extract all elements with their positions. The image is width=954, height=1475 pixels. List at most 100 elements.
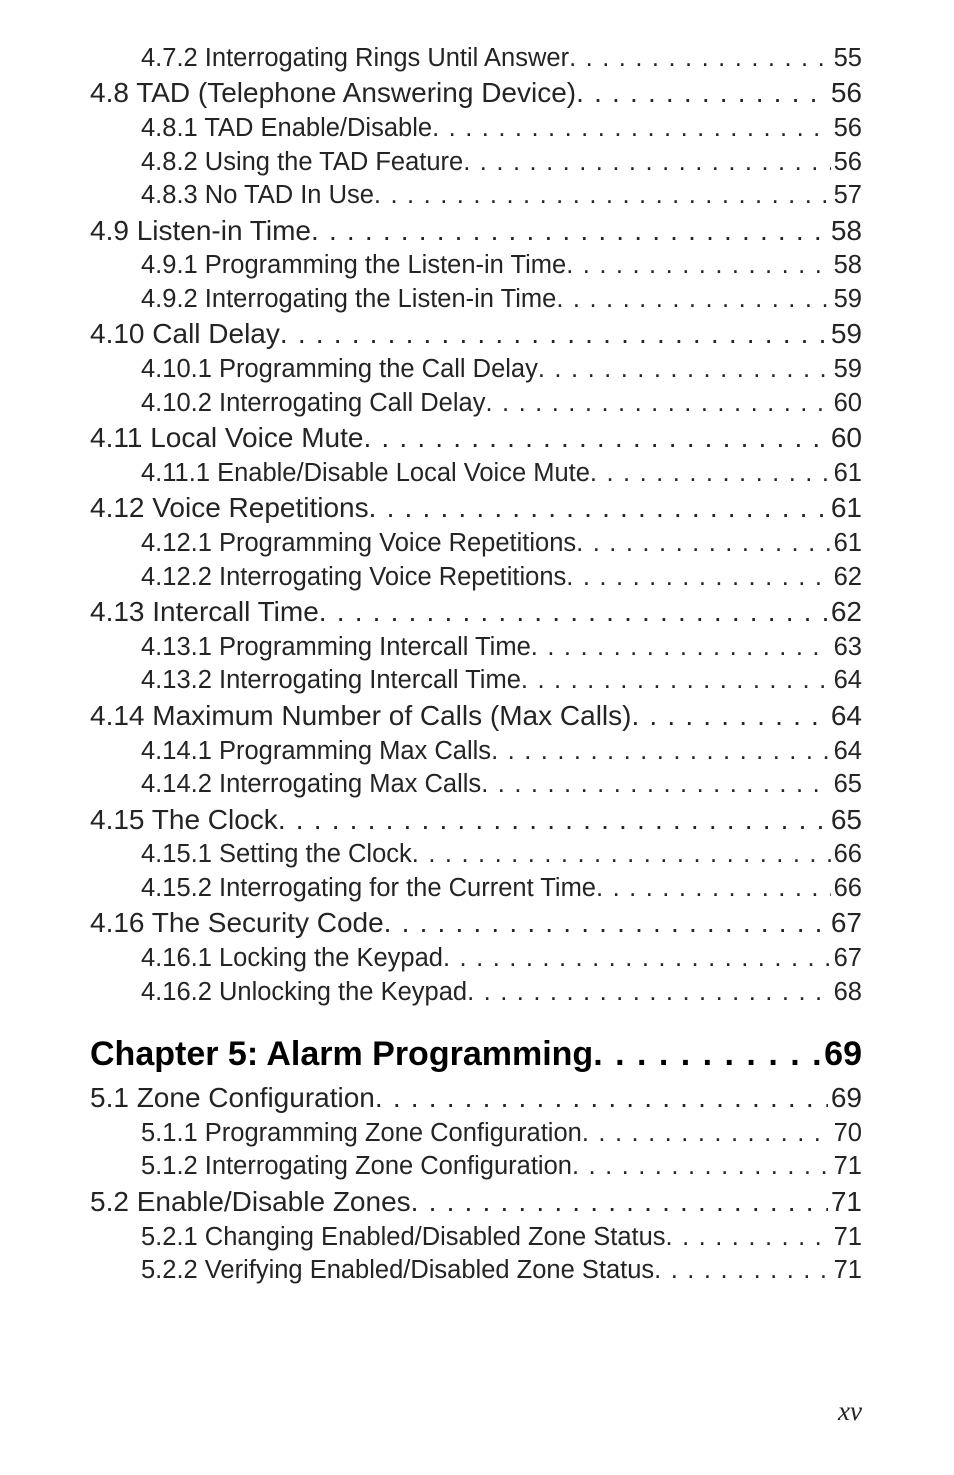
toc-subsection: 4.10.1 Programming the Call Delay 59 xyxy=(90,353,862,386)
leader-dots xyxy=(572,1150,831,1183)
toc-subsection: 4.8.3 No TAD In Use 57 xyxy=(90,179,862,212)
toc-entry-title: 4.10 Call Delay xyxy=(90,316,280,353)
toc-section: 4.15 The Clock 65 xyxy=(90,802,862,839)
toc-entry-title: 4.9.1 Programming the Listen-in Time xyxy=(141,249,566,282)
toc-entry-page: 56 xyxy=(831,146,862,179)
toc-entry-page: 62 xyxy=(828,594,862,631)
toc-entry-title: 5.2.1 Changing Enabled/Disabled Zone Sta… xyxy=(141,1221,666,1254)
toc-entry-page: 71 xyxy=(831,1254,862,1287)
toc-subsection: 4.13.1 Programming Intercall Time 63 xyxy=(90,631,862,664)
toc-entry-title: 4.10.2 Interrogating Call Delay xyxy=(141,387,485,420)
toc-entry-title: 4.16 The Security Code xyxy=(90,905,384,942)
toc-section: 4.9 Listen-in Time 58 xyxy=(90,213,862,250)
toc-entry-page: 71 xyxy=(828,1184,862,1221)
toc-entry-title: 5.2.2 Verifying Enabled/Disabled Zone St… xyxy=(141,1254,654,1287)
toc-section: 5.1 Zone Configuration 69 xyxy=(90,1080,862,1117)
toc-entry-title: 4.12.1 Programming Voice Repetitions xyxy=(141,527,576,560)
toc-entry-title: 4.16.2 Unlocking the Keypad xyxy=(141,976,467,1009)
toc-subsection: 4.14.1 Programming Max Calls 64 xyxy=(90,735,862,768)
toc-section: 4.12 Voice Repetitions 61 xyxy=(90,490,862,527)
toc-entry-page: 66 xyxy=(831,872,862,905)
toc-entry-page: 58 xyxy=(831,249,862,282)
toc-entry-page: 55 xyxy=(831,42,862,75)
leader-dots xyxy=(319,594,828,631)
toc-entry-page: 58 xyxy=(828,213,862,250)
toc-entry-page: 67 xyxy=(831,942,862,975)
toc-entry-page: 59 xyxy=(828,316,862,353)
leader-dots xyxy=(531,631,831,664)
leader-dots xyxy=(443,942,831,975)
leader-dots xyxy=(411,1184,828,1221)
leader-dots xyxy=(491,735,831,768)
leader-dots xyxy=(576,527,830,560)
leader-dots xyxy=(654,1254,830,1287)
leader-dots xyxy=(538,353,831,386)
toc-entry-page: 66 xyxy=(831,838,862,871)
leader-dots xyxy=(280,316,828,353)
leader-dots xyxy=(521,664,831,697)
toc-entry-page: 71 xyxy=(831,1221,862,1254)
toc-chapter: Chapter 5: Alarm Programming 69 xyxy=(90,1035,862,1074)
leader-dots xyxy=(412,838,831,871)
toc-entry-title: 4.10.1 Programming the Call Delay xyxy=(141,353,538,386)
toc-subsection: 4.14.2 Interrogating Max Calls 65 xyxy=(90,768,862,801)
toc-subsection: 4.16.1 Locking the Keypad 67 xyxy=(90,942,862,975)
leader-dots xyxy=(582,1117,831,1150)
leader-dots xyxy=(666,1221,831,1254)
toc-section: 4.16 The Security Code 67 xyxy=(90,905,862,942)
leader-dots xyxy=(463,146,830,179)
toc-entry-page: 60 xyxy=(831,387,862,420)
leader-dots xyxy=(375,1080,828,1117)
leader-dots xyxy=(481,768,830,801)
toc-entry-title: 5.1.2 Interrogating Zone Configuration xyxy=(141,1150,572,1183)
toc-entry-page: 62 xyxy=(831,561,862,594)
toc-section: 4.13 Intercall Time 62 xyxy=(90,594,862,631)
toc-subsection: 5.2.2 Verifying Enabled/Disabled Zone St… xyxy=(90,1254,862,1287)
toc-entry-page: 69 xyxy=(828,1080,862,1117)
table-of-contents: 4.7.2 Interrogating Rings Until Answer 5… xyxy=(90,42,862,1287)
toc-section: 4.14 Maximum Number of Calls (Max Calls)… xyxy=(90,698,862,735)
toc-entry-page: 67 xyxy=(828,905,862,942)
leader-dots xyxy=(596,872,831,905)
toc-entry-title: 4.8.2 Using the TAD Feature xyxy=(141,146,463,179)
toc-entry-page: 59 xyxy=(831,353,862,386)
toc-entry-page: 64 xyxy=(831,735,862,768)
toc-entry-title: 4.9.2 Interrogating the Listen-in Time xyxy=(141,283,556,316)
toc-entry-title: Chapter 5: Alarm Programming xyxy=(90,1035,593,1074)
toc-entry-page: 63 xyxy=(831,631,862,664)
toc-entry-page: 59 xyxy=(831,283,862,316)
toc-entry-title: 4.16.1 Locking the Keypad xyxy=(141,942,443,975)
toc-entry-page: 65 xyxy=(831,768,862,801)
leader-dots xyxy=(485,387,830,420)
toc-entry-page: 57 xyxy=(831,179,862,212)
leader-dots xyxy=(556,283,830,316)
leader-dots xyxy=(384,905,828,942)
toc-entry-title: 4.8.3 No TAD In Use xyxy=(141,179,374,212)
toc-entry-title: 4.15 The Clock xyxy=(90,802,278,839)
toc-entry-title: 4.13.2 Interrogating Intercall Time xyxy=(141,664,521,697)
toc-subsection: 5.1.1 Programming Zone Configuration 70 xyxy=(90,1117,862,1150)
toc-entry-title: 4.11.1 Enable/Disable Local Voice Mute xyxy=(141,457,590,490)
toc-entry-page: 61 xyxy=(831,457,862,490)
toc-entry-page: 61 xyxy=(828,490,862,527)
leader-dots xyxy=(278,802,828,839)
toc-entry-title: 4.13.1 Programming Intercall Time xyxy=(141,631,531,664)
toc-subsection: 4.12.1 Programming Voice Repetitions 61 xyxy=(90,527,862,560)
toc-entry-title: 4.14.2 Interrogating Max Calls xyxy=(141,768,481,801)
toc-entry-title: 4.15.2 Interrogating for the Current Tim… xyxy=(141,872,596,905)
toc-entry-page: 56 xyxy=(828,75,862,112)
toc-entry-page: 65 xyxy=(828,802,862,839)
leader-dots xyxy=(593,1035,820,1074)
leader-dots xyxy=(566,561,830,594)
leader-dots xyxy=(369,490,828,527)
toc-entry-page: 64 xyxy=(831,664,862,697)
toc-subsection: 5.2.1 Changing Enabled/Disabled Zone Sta… xyxy=(90,1221,862,1254)
toc-subsection: 4.13.2 Interrogating Intercall Time 64 xyxy=(90,664,862,697)
toc-section: 4.8 TAD (Telephone Answering Device) 56 xyxy=(90,75,862,112)
toc-entry-title: 4.8.1 TAD Enable/Disable xyxy=(141,112,432,145)
toc-subsection: 4.8.1 TAD Enable/Disable 56 xyxy=(90,112,862,145)
leader-dots xyxy=(569,42,831,75)
toc-entry-title: 4.14 Maximum Number of Calls (Max Calls) xyxy=(90,698,631,735)
toc-entry-page: 71 xyxy=(831,1150,862,1183)
leader-dots xyxy=(311,213,828,250)
